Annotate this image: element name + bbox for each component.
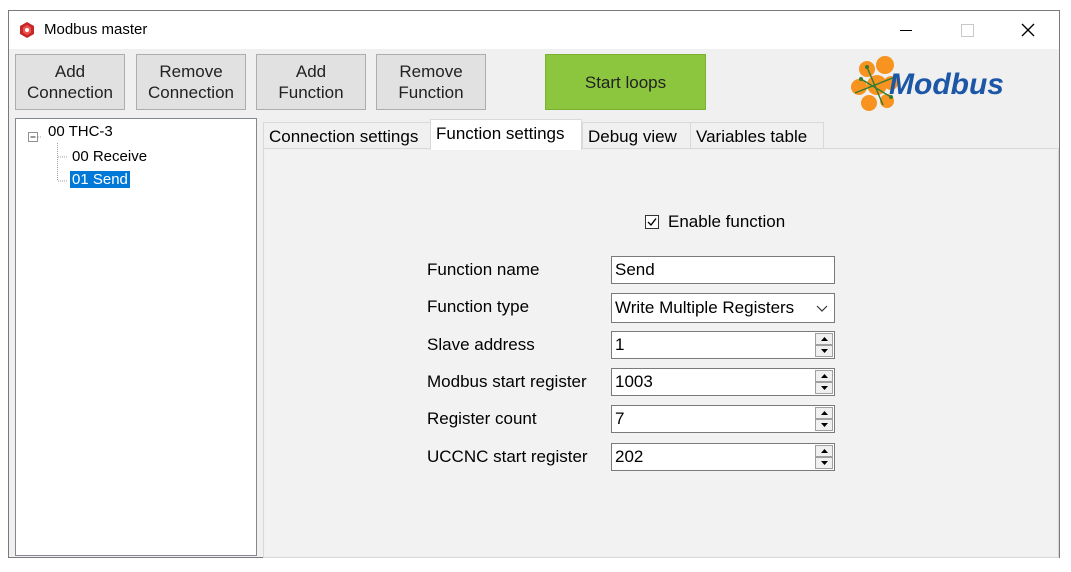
function-name-label: Function name <box>427 260 540 279</box>
tree-root-node[interactable]: 00 THC-3 <box>48 123 113 140</box>
uccnc-start-register-label: UCCNC start register <box>427 447 588 466</box>
register-count-spin[interactable] <box>815 407 833 431</box>
modbus-start-register-spin[interactable] <box>815 370 833 394</box>
spin-down-icon[interactable] <box>815 345 833 357</box>
spin-down-icon[interactable] <box>815 382 833 394</box>
close-button[interactable] <box>1005 11 1051 49</box>
close-icon <box>1021 23 1035 37</box>
maximize-button[interactable] <box>944 11 990 49</box>
window-title: Modbus master <box>44 21 148 38</box>
remove-connection-button[interactable]: Remove Connection <box>136 54 246 110</box>
register-count-spinner[interactable]: 7 <box>611 405 835 433</box>
add-connection-label-1: Add <box>54 62 86 81</box>
tab-function-settings[interactable]: Function settings <box>430 119 582 150</box>
minimize-icon <box>900 29 912 31</box>
spin-down-icon[interactable] <box>815 419 833 431</box>
chevron-down-icon <box>816 305 828 312</box>
tab-debug-view[interactable]: Debug view <box>582 122 691 149</box>
start-loops-label: Start loops <box>584 73 667 92</box>
minimize-button[interactable] <box>883 11 929 49</box>
uccnc-start-register-spin[interactable] <box>815 445 833 469</box>
spin-down-icon[interactable] <box>815 457 833 469</box>
maximize-icon <box>960 23 974 37</box>
slave-address-label: Slave address <box>427 335 535 354</box>
start-loops-button[interactable]: Start loops <box>545 54 706 110</box>
function-name-value: Send <box>615 260 655 279</box>
add-connection-button[interactable]: Add Connection <box>15 54 125 110</box>
slave-address-spin[interactable] <box>815 333 833 357</box>
tab-connection-settings[interactable]: Connection settings <box>263 122 431 149</box>
remove-function-label-2: Function <box>398 83 464 102</box>
modbus-logo-text: Modbus <box>889 68 1004 101</box>
add-function-label-2: Function <box>278 83 344 102</box>
slave-address-spinner[interactable]: 1 <box>611 331 835 359</box>
modbus-start-register-label: Modbus start register <box>427 372 587 391</box>
remove-connection-label-1: Remove <box>159 62 223 81</box>
modbus-start-register-value: 1003 <box>615 372 653 391</box>
function-type-select[interactable]: Write Multiple Registers <box>611 293 835 323</box>
add-function-label-1: Add <box>295 62 327 81</box>
function-name-input[interactable]: Send <box>611 256 835 284</box>
spin-up-icon[interactable] <box>815 407 833 419</box>
enable-function-checkbox[interactable] <box>645 215 659 229</box>
remove-connection-label-2: Connection <box>147 83 234 102</box>
title-bar: Modbus master <box>9 11 1059 49</box>
uccnc-start-register-value: 202 <box>615 447 644 466</box>
add-function-button[interactable]: Add Function <box>256 54 366 110</box>
function-settings-panel: Enable function Function name Send Funct… <box>263 148 1059 558</box>
function-type-value: Write Multiple Registers <box>615 298 795 317</box>
spin-up-icon[interactable] <box>815 445 833 457</box>
tree-item-receive[interactable]: 00 Receive <box>72 148 147 165</box>
register-count-value: 7 <box>615 409 625 428</box>
enable-function-label: Enable function <box>668 212 786 231</box>
register-count-label: Register count <box>427 409 537 428</box>
modbus-logo: Modbus <box>851 56 1004 111</box>
tab-variables-table[interactable]: Variables table <box>690 122 824 149</box>
app-icon <box>20 22 34 38</box>
remove-function-button[interactable]: Remove Function <box>376 54 486 110</box>
spin-up-icon[interactable] <box>815 333 833 345</box>
connection-tree[interactable]: 00 THC-3 00 Receive 01 Send <box>15 118 257 556</box>
tree-item-send[interactable]: 01 Send <box>70 171 130 188</box>
remove-function-label-1: Remove <box>399 62 463 81</box>
check-icon <box>647 218 657 227</box>
slave-address-value: 1 <box>615 335 625 354</box>
enable-function-row[interactable]: Enable function <box>645 212 785 232</box>
add-connection-label-2: Connection <box>26 83 113 102</box>
app-window: Modbus master Add Connection Remove Conn… <box>8 10 1060 558</box>
function-type-label: Function type <box>427 297 530 316</box>
modbus-start-register-spinner[interactable]: 1003 <box>611 368 835 396</box>
panel-body: Enable function Function name Send Funct… <box>265 150 1057 556</box>
spin-up-icon[interactable] <box>815 370 833 382</box>
uccnc-start-register-spinner[interactable]: 202 <box>611 443 835 471</box>
settings-tabs: Connection settings Function settings De… <box>263 118 1059 558</box>
